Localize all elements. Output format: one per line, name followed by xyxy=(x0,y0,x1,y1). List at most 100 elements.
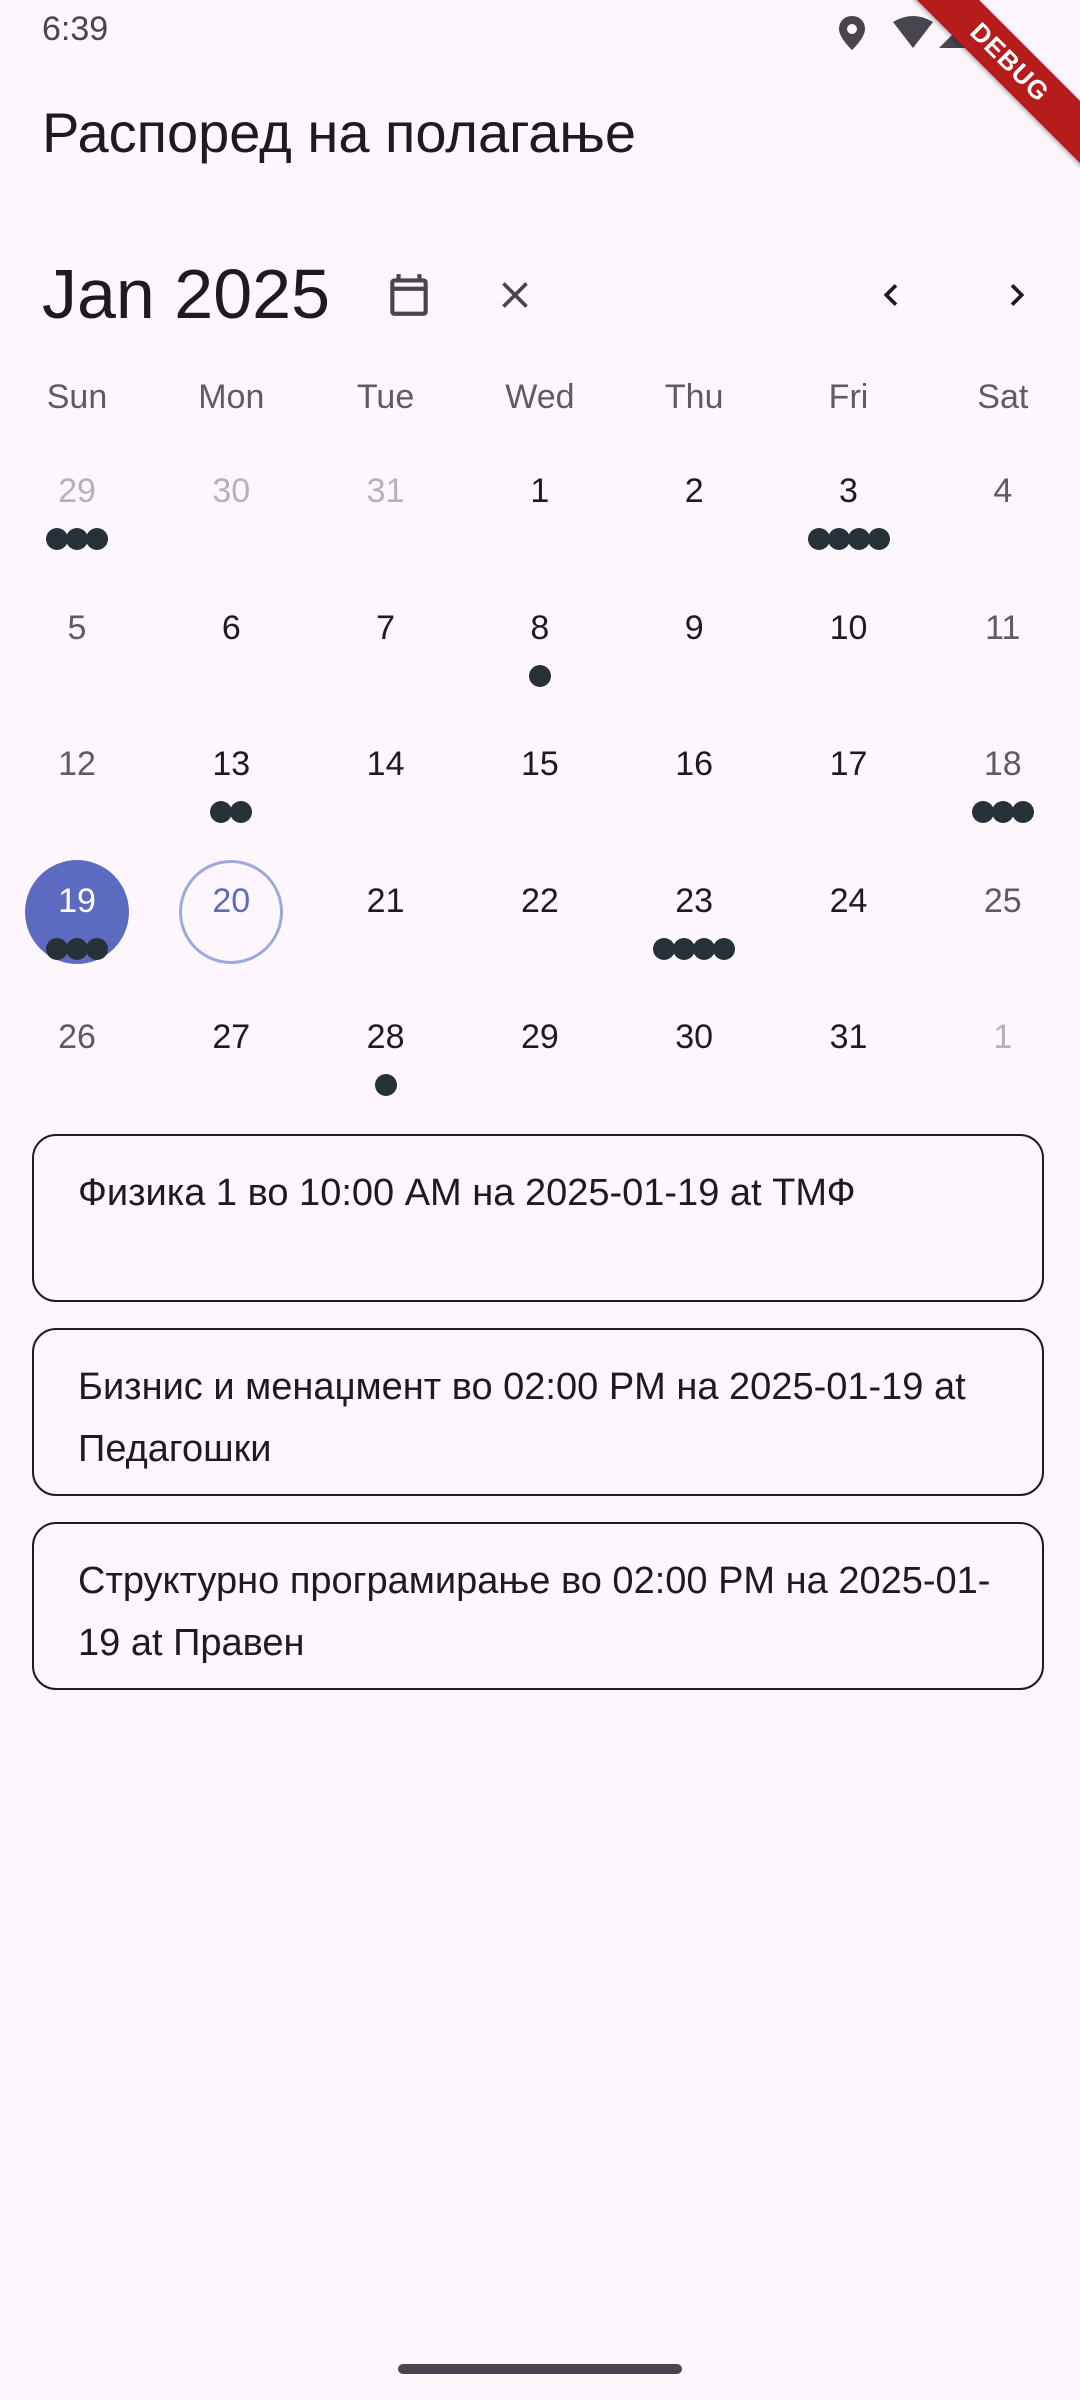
day-number: 30 xyxy=(212,472,251,510)
day-number: 15 xyxy=(520,745,559,783)
event-card[interactable]: Бизнис и менаџмент во 02:00 PM на 2025-0… xyxy=(32,1328,1044,1496)
app-title: Распоред на полагање xyxy=(42,101,637,164)
weekday-label: Fri xyxy=(828,378,869,416)
calendar-day-cell[interactable]: 30 xyxy=(617,996,771,1132)
calendar-day-cell[interactable]: 12 xyxy=(0,723,154,859)
calendar-day-cell[interactable]: 27 xyxy=(154,996,308,1132)
event-marker-dot xyxy=(86,528,108,550)
day-number: 31 xyxy=(366,472,405,510)
event-marker-dot xyxy=(46,937,68,960)
prev-month-button[interactable] xyxy=(856,260,926,330)
day-number: 13 xyxy=(212,745,251,783)
calendar-day-cell[interactable]: 5 xyxy=(0,587,154,723)
calendar-day-cell[interactable]: 24 xyxy=(772,860,926,996)
calendar-day-cell[interactable]: 10 xyxy=(772,587,926,723)
day-number: 3 xyxy=(839,472,858,510)
day-number: 29 xyxy=(520,1018,559,1056)
event-marker-dot xyxy=(971,801,994,823)
calendar-day-cell[interactable]: 15 xyxy=(463,723,617,859)
weekday-header-row: Sun Mon Tue Wed Thu Fri Sat xyxy=(0,378,1080,428)
month-title[interactable]: Jan 2025 xyxy=(42,254,330,334)
calendar-day-cell[interactable]: 16 xyxy=(617,723,771,859)
day-number: 6 xyxy=(221,608,241,647)
event-marker-dot xyxy=(867,528,890,550)
event-card[interactable]: Структурно програмирање во 02:00 PM на 2… xyxy=(32,1522,1044,1690)
debug-banner: DEBUG xyxy=(860,0,1080,220)
day-number: 17 xyxy=(829,745,868,783)
day-number: 10 xyxy=(829,608,868,647)
calendar-day-cell[interactable]: 19 xyxy=(0,859,154,996)
day-number: 16 xyxy=(675,745,714,783)
event-marker-dot xyxy=(528,664,551,687)
calendar-day-cell[interactable]: 13 xyxy=(154,723,308,859)
event-card[interactable]: Физика 1 во 10:00 AM на 2025-01-19 at ТМ… xyxy=(32,1134,1044,1302)
event-markers xyxy=(309,1074,463,1098)
calendar-day-cell[interactable]: 3 xyxy=(772,450,926,586)
day-number: 1 xyxy=(993,1018,1013,1056)
calendar-day-cell[interactable]: 8 xyxy=(463,587,617,723)
chevron-right-icon xyxy=(1010,284,1025,306)
event-marker-dot xyxy=(1011,801,1034,823)
calendar-day-cell[interactable]: 30 xyxy=(154,450,308,586)
calendar-day-cell[interactable]: 9 xyxy=(617,587,771,723)
event-marker-dot xyxy=(991,801,1014,823)
chevron-left-icon xyxy=(883,284,898,306)
event-marker-dot xyxy=(653,937,676,960)
calendar-day-cell[interactable]: 22 xyxy=(463,860,617,996)
calendar-day-cell[interactable]: 21 xyxy=(309,860,463,996)
day-number: 26 xyxy=(58,1018,96,1056)
calendar-day-cell[interactable]: 1 xyxy=(463,450,617,586)
day-number: 9 xyxy=(684,608,704,647)
day-number: 12 xyxy=(58,745,96,783)
event-text: Структурно програмирање во 02:00 PM на 2… xyxy=(78,1560,991,1664)
calendar-day-cell[interactable]: 2 xyxy=(617,450,771,586)
day-number: 19 xyxy=(58,881,96,920)
calendar-day-cell[interactable]: 26 xyxy=(0,996,154,1132)
event-marker-dot xyxy=(230,801,253,823)
calendar-day-cell[interactable]: 17 xyxy=(772,723,926,859)
calendar-day-cell[interactable]: 14 xyxy=(309,723,463,859)
event-marker-dot xyxy=(847,528,870,550)
day-number: 8 xyxy=(530,608,550,647)
day-number: 14 xyxy=(366,745,405,783)
event-marker-dot xyxy=(713,937,736,960)
day-number: 2 xyxy=(684,472,704,510)
calendar-day-cell[interactable]: 31 xyxy=(309,450,463,586)
day-number: 24 xyxy=(829,881,868,920)
weekday-label: Tue xyxy=(356,378,415,416)
calendar-day-cell[interactable]: 23 xyxy=(617,860,771,996)
event-marker-dot xyxy=(827,528,850,550)
close-button[interactable] xyxy=(480,260,550,330)
event-marker-dot xyxy=(374,1074,397,1096)
event-marker-dot xyxy=(807,528,830,550)
calendar-day-cell[interactable]: 4 xyxy=(926,450,1080,586)
calendar-day-cell[interactable]: 11 xyxy=(926,587,1080,723)
calendar-day-cell[interactable]: 29 xyxy=(0,450,154,586)
day-number: 21 xyxy=(366,881,405,920)
home-indicator[interactable] xyxy=(398,2364,682,2374)
next-month-button[interactable] xyxy=(982,260,1052,330)
day-number: 1 xyxy=(530,472,550,510)
calendar-day-cell[interactable]: 25 xyxy=(926,860,1080,996)
event-markers xyxy=(0,937,154,962)
event-markers xyxy=(926,801,1080,825)
weekday-label: Sun xyxy=(46,378,108,416)
event-markers xyxy=(772,528,926,552)
calendar-day-cell[interactable]: 6 xyxy=(154,587,308,723)
calendar-day-cell[interactable]: 20 xyxy=(154,859,308,996)
day-number: 18 xyxy=(983,745,1022,783)
calendar-day-cell[interactable]: 1 xyxy=(926,996,1080,1132)
calendar-day-cell[interactable]: 28 xyxy=(309,996,463,1132)
status-time: 6:39 xyxy=(42,10,109,48)
day-number: 4 xyxy=(993,472,1013,510)
calendar-day-cell[interactable]: 18 xyxy=(926,723,1080,859)
day-number: 30 xyxy=(675,1018,714,1056)
calendar-day-cell[interactable]: 29 xyxy=(463,996,617,1132)
calendar-header: Jan 2025 xyxy=(0,240,1080,350)
calendar-button[interactable] xyxy=(374,260,444,330)
event-marker-dot xyxy=(66,528,88,550)
close-icon xyxy=(502,282,528,308)
calendar-day-cell[interactable]: 7 xyxy=(309,587,463,723)
calendar-day-cell[interactable]: 31 xyxy=(772,996,926,1132)
weekday-label: Wed xyxy=(505,378,575,416)
